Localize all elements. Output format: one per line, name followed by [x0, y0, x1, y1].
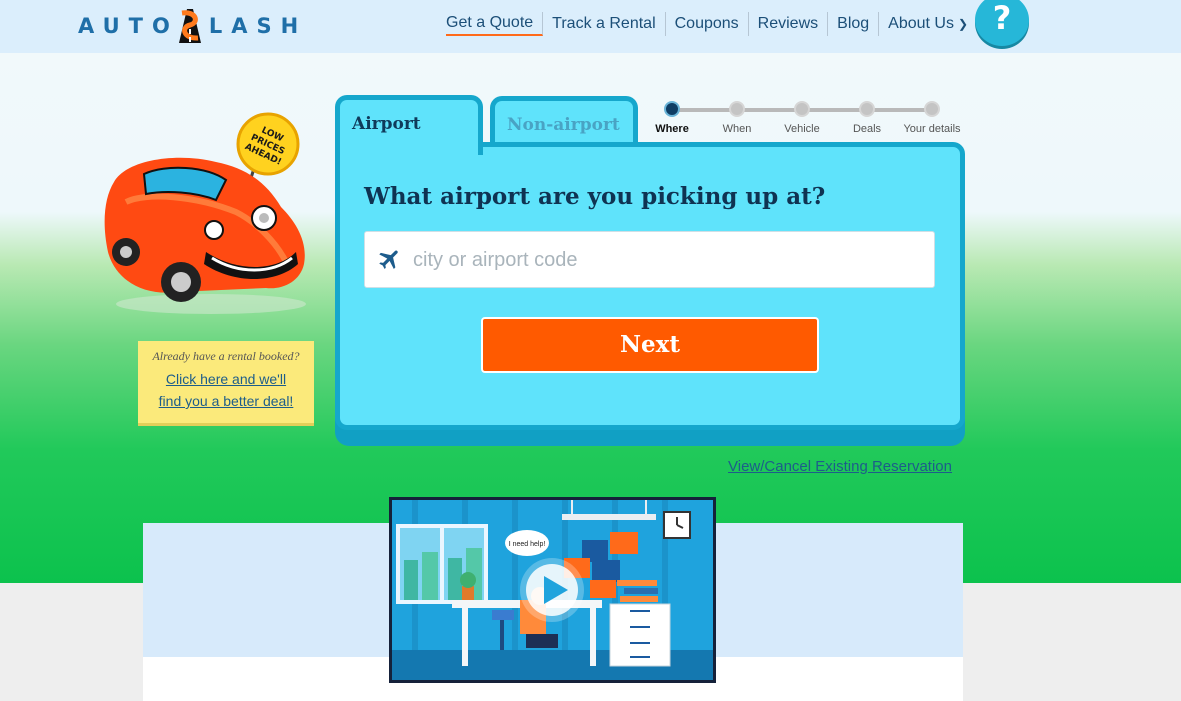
step-label: When	[722, 123, 752, 135]
airplane-icon	[377, 246, 403, 272]
bubble-text: I need help!	[509, 541, 546, 548]
step-dot	[729, 101, 745, 117]
road-sign-icon	[177, 7, 203, 45]
nav-blog[interactable]: Blog	[828, 12, 880, 36]
car-illustration: LOW PRICES AHEAD!	[86, 112, 311, 322]
step-dot	[664, 101, 680, 117]
logo-text-lash: LASH	[208, 14, 308, 38]
step-label: Vehicle	[784, 123, 820, 135]
step-when: When	[705, 100, 769, 135]
nav-track-a-rental[interactable]: Track a Rental	[543, 12, 666, 36]
nav-coupons[interactable]: Coupons	[666, 12, 749, 36]
clock-icon	[663, 511, 691, 539]
help-button[interactable]: ?	[975, 0, 1029, 46]
autoslash-logo[interactable]: AUTO LASH	[78, 6, 307, 46]
better-deal-link-line1[interactable]: Click here and we'll	[138, 368, 314, 390]
step-deals: Deals	[835, 100, 899, 135]
step-your-details: Your details	[900, 100, 964, 135]
better-deal-card: Already have a rental booked? Click here…	[138, 341, 314, 423]
progress-steps: Where When Vehicle Deals Your details	[650, 100, 970, 140]
play-icon[interactable]	[520, 558, 584, 622]
form-question: What airport are you picking up at?	[364, 183, 826, 210]
nav-about-us[interactable]: About Us ❯	[879, 12, 977, 36]
step-dot	[859, 101, 875, 117]
chevron-down-icon: ❯	[957, 17, 969, 31]
step-dot	[924, 101, 940, 117]
drawer-cabinet	[609, 603, 671, 667]
logo-text-auto: AUTO	[78, 14, 179, 38]
site-header: AUTO LASH Get a Quote Track a Rental Cou…	[0, 0, 1181, 53]
step-label: Deals	[852, 123, 882, 135]
airport-search-box	[364, 231, 935, 288]
airport-search-input[interactable]	[413, 242, 913, 278]
step-dot	[794, 101, 810, 117]
better-deal-link-line2[interactable]: find you a better deal!	[138, 390, 314, 412]
main-nav: Get a Quote Track a Rental Coupons Revie…	[446, 12, 977, 36]
step-where: Where	[640, 100, 704, 135]
nav-get-a-quote[interactable]: Get a Quote	[446, 12, 544, 36]
step-label: Your details	[903, 123, 961, 135]
step-label: Where	[655, 123, 689, 135]
nav-about-us-label: About Us	[888, 15, 954, 32]
view-cancel-reservation-link[interactable]: View/Cancel Existing Reservation	[728, 458, 952, 475]
explainer-video[interactable]: I need help!	[389, 497, 716, 683]
nav-reviews[interactable]: Reviews	[749, 12, 829, 36]
step-vehicle: Vehicle	[770, 100, 834, 135]
next-button[interactable]: Next	[481, 317, 819, 373]
tab-airport[interactable]: Airport	[335, 95, 483, 155]
speech-bubble: I need help!	[505, 530, 549, 556]
already-booked-text: Already have a rental booked?	[152, 349, 300, 363]
